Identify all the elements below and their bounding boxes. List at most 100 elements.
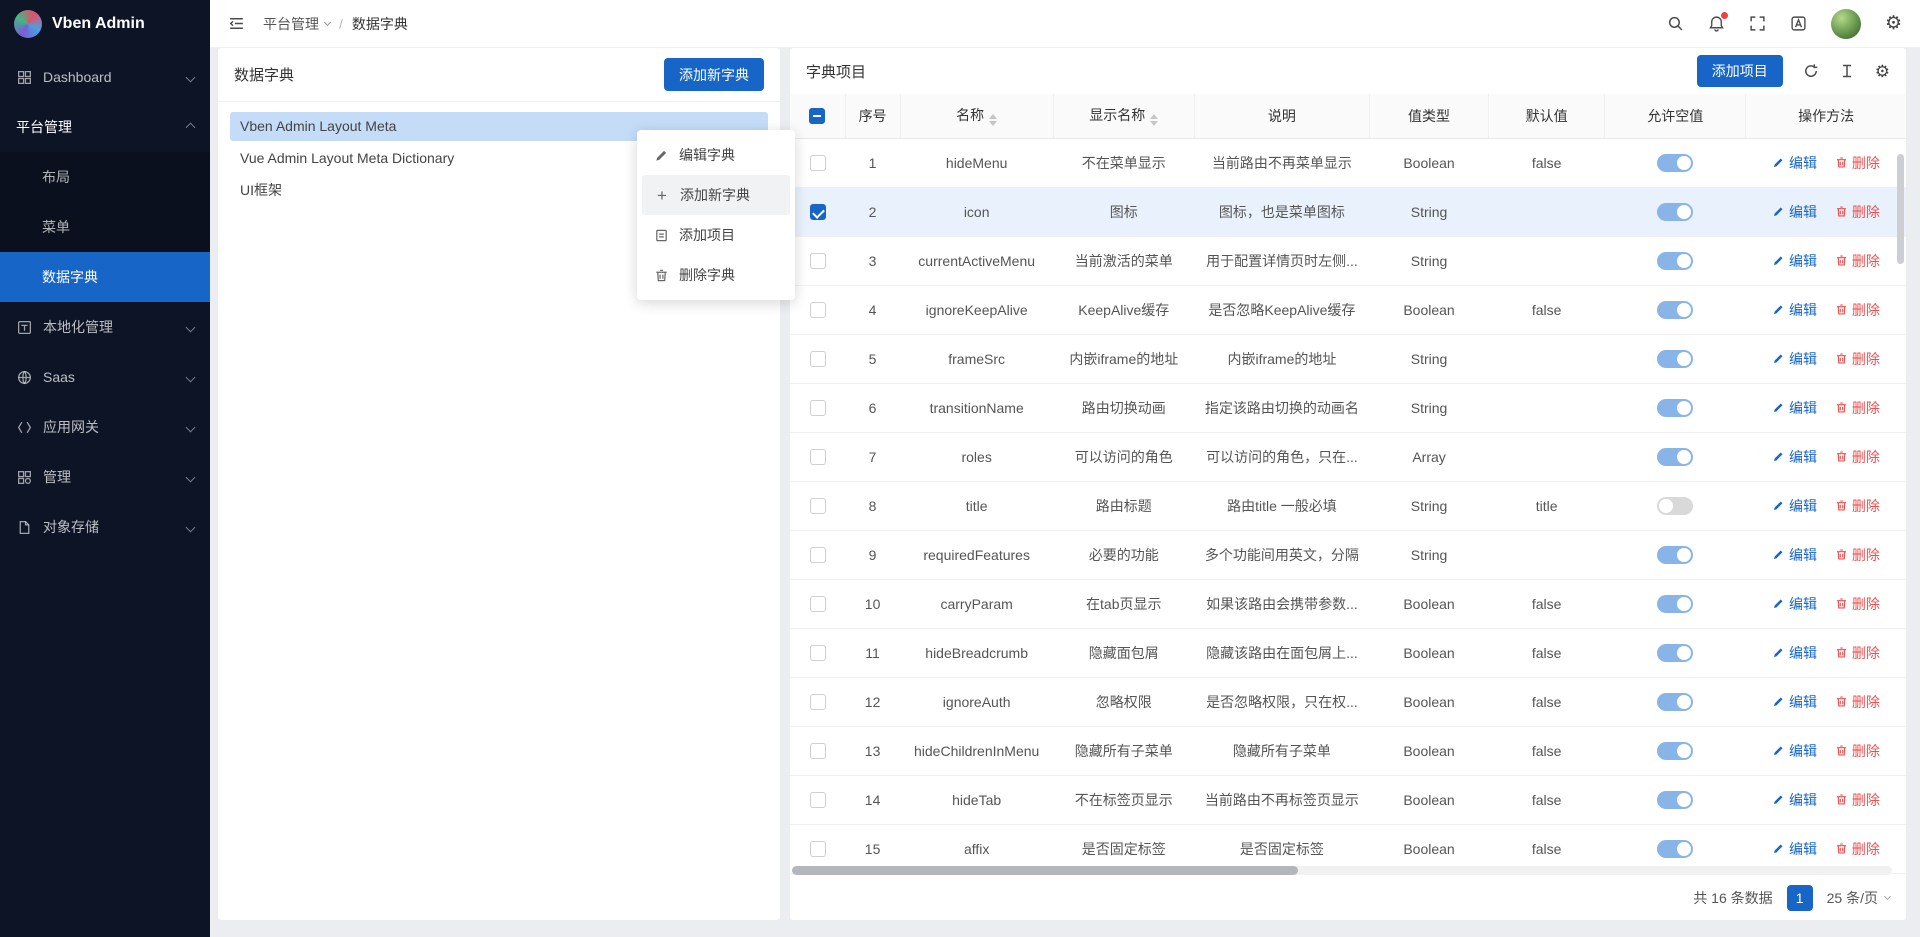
delete-link[interactable]: 删除	[1835, 447, 1880, 467]
table-row[interactable]: 2 icon 图标 图标，也是菜单图标 String 编辑 删除	[790, 187, 1906, 236]
sidebar-item-localization[interactable]: 本地化管理	[0, 302, 210, 352]
row-checkbox[interactable]	[810, 792, 826, 808]
page-size-select[interactable]: 25 条/页	[1827, 888, 1890, 908]
table-row[interactable]: 9 requiredFeatures 必要的功能 多个功能间用英文，分隔 Str…	[790, 530, 1906, 579]
nullable-toggle[interactable]	[1657, 203, 1693, 221]
delete-link[interactable]: 删除	[1835, 545, 1880, 565]
delete-link[interactable]: 删除	[1835, 251, 1880, 271]
nullable-toggle[interactable]	[1657, 644, 1693, 662]
column-header-name[interactable]: 名称	[900, 94, 1053, 138]
context-menu-add-dictionary[interactable]: + 添加新字典	[642, 175, 790, 215]
app-logo[interactable]: Vben Admin	[0, 0, 210, 48]
delete-link[interactable]: 删除	[1835, 153, 1880, 173]
table-row[interactable]: 7 roles 可以访问的角色 可以访问的角色，只在... Array 编辑 删…	[790, 432, 1906, 481]
delete-link[interactable]: 删除	[1835, 643, 1880, 663]
edit-link[interactable]: 编辑	[1772, 251, 1817, 271]
nullable-toggle[interactable]	[1657, 350, 1693, 368]
row-checkbox[interactable]	[810, 645, 826, 661]
nullable-toggle[interactable]	[1657, 497, 1693, 515]
settings-gear-icon[interactable]: ⚙	[1885, 14, 1902, 33]
delete-link[interactable]: 删除	[1835, 741, 1880, 761]
edit-link[interactable]: 编辑	[1772, 790, 1817, 810]
sort-icons[interactable]	[989, 114, 997, 126]
delete-link[interactable]: 删除	[1835, 496, 1880, 516]
edit-link[interactable]: 编辑	[1772, 545, 1817, 565]
search-icon[interactable]	[1667, 15, 1684, 32]
pagination-page-1[interactable]: 1	[1787, 885, 1813, 911]
table-row[interactable]: 1 hideMenu 不在菜单显示 当前路由不再菜单显示 Boolean fal…	[790, 138, 1906, 187]
sidebar-item-storage[interactable]: 对象存储	[0, 502, 210, 552]
row-checkbox[interactable]	[810, 694, 826, 710]
delete-link[interactable]: 删除	[1835, 398, 1880, 418]
horizontal-scrollbar-track[interactable]	[792, 866, 1892, 875]
sidebar-subitem-layout[interactable]: 布局	[0, 152, 210, 202]
edit-link[interactable]: 编辑	[1772, 300, 1817, 320]
horizontal-scrollbar-thumb[interactable]	[792, 866, 1298, 875]
user-avatar[interactable]	[1831, 9, 1861, 39]
delete-link[interactable]: 删除	[1835, 349, 1880, 369]
sort-icons[interactable]	[1150, 114, 1158, 126]
table-row[interactable]: 8 title 路由标题 路由title 一般必填 String title 编…	[790, 481, 1906, 530]
context-menu-add-item[interactable]: 添加项目	[642, 215, 790, 255]
nullable-toggle[interactable]	[1657, 448, 1693, 466]
nullable-toggle[interactable]	[1657, 546, 1693, 564]
edit-link[interactable]: 编辑	[1772, 447, 1817, 467]
edit-link[interactable]: 编辑	[1772, 349, 1817, 369]
notification-bell-icon[interactable]	[1708, 15, 1725, 32]
sidebar-item-manage[interactable]: 管理	[0, 452, 210, 502]
edit-link[interactable]: 编辑	[1772, 839, 1817, 859]
vertical-scrollbar[interactable]	[1897, 154, 1904, 264]
table-row[interactable]: 11 hideBreadcrumb 隐藏面包屑 隐藏该路由在面包屑上... Bo…	[790, 628, 1906, 677]
delete-link[interactable]: 删除	[1835, 202, 1880, 222]
sidebar-subitem-dictionary[interactable]: 数据字典	[0, 252, 210, 302]
edit-link[interactable]: 编辑	[1772, 398, 1817, 418]
sidebar-item-dashboard[interactable]: Dashboard	[0, 52, 210, 102]
nullable-toggle[interactable]	[1657, 693, 1693, 711]
row-checkbox[interactable]	[810, 253, 826, 269]
sidebar-subitem-menu[interactable]: 菜单	[0, 202, 210, 252]
nullable-toggle[interactable]	[1657, 791, 1693, 809]
edit-link[interactable]: 编辑	[1772, 643, 1817, 663]
column-header-display[interactable]: 显示名称	[1053, 94, 1194, 138]
refresh-icon[interactable]	[1803, 63, 1819, 79]
edit-link[interactable]: 编辑	[1772, 496, 1817, 516]
context-menu-delete-dictionary[interactable]: 删除字典	[642, 255, 790, 295]
edit-link[interactable]: 编辑	[1772, 594, 1817, 614]
translate-icon[interactable]	[1790, 15, 1807, 32]
breadcrumb-parent[interactable]: 平台管理	[263, 14, 330, 34]
table-row[interactable]: 6 transitionName 路由切换动画 指定该路由切换的动画名 Stri…	[790, 383, 1906, 432]
edit-link[interactable]: 编辑	[1772, 153, 1817, 173]
row-checkbox[interactable]	[810, 302, 826, 318]
table-row[interactable]: 14 hideTab 不在标签页显示 当前路由不再标签页显示 Boolean f…	[790, 775, 1906, 824]
table-row[interactable]: 12 ignoreAuth 忽略权限 是否忽略权限，只在权... Boolean…	[790, 677, 1906, 726]
row-checkbox[interactable]	[810, 596, 826, 612]
row-checkbox[interactable]	[810, 449, 826, 465]
select-all-checkbox[interactable]	[809, 108, 825, 124]
nullable-toggle[interactable]	[1657, 154, 1693, 172]
table-row[interactable]: 10 carryParam 在tab页显示 如果该路由会携带参数... Bool…	[790, 579, 1906, 628]
nullable-toggle[interactable]	[1657, 742, 1693, 760]
row-checkbox[interactable]	[810, 351, 826, 367]
delete-link[interactable]: 删除	[1835, 839, 1880, 859]
add-dictionary-button[interactable]: 添加新字典	[664, 58, 764, 91]
sidebar-item-saas[interactable]: Saas	[0, 352, 210, 402]
row-checkbox[interactable]	[810, 155, 826, 171]
row-checkbox[interactable]	[810, 547, 826, 563]
delete-link[interactable]: 删除	[1835, 790, 1880, 810]
nullable-toggle[interactable]	[1657, 252, 1693, 270]
delete-link[interactable]: 删除	[1835, 594, 1880, 614]
sidebar-collapse-icon[interactable]	[228, 15, 245, 32]
row-checkbox[interactable]	[810, 400, 826, 416]
table-row[interactable]: 13 hideChildrenInMenu 隐藏所有子菜单 隐藏所有子菜单 Bo…	[790, 726, 1906, 775]
delete-link[interactable]: 删除	[1835, 692, 1880, 712]
row-checkbox[interactable]	[810, 841, 826, 857]
row-checkbox[interactable]	[810, 204, 826, 220]
edit-link[interactable]: 编辑	[1772, 692, 1817, 712]
context-menu-edit-dictionary[interactable]: 编辑字典	[642, 135, 790, 175]
row-checkbox[interactable]	[810, 498, 826, 514]
fullscreen-icon[interactable]	[1749, 15, 1766, 32]
table-row[interactable]: 5 frameSrc 内嵌iframe的地址 内嵌iframe的地址 Strin…	[790, 334, 1906, 383]
sidebar-item-gateway[interactable]: 应用网关	[0, 402, 210, 452]
row-checkbox[interactable]	[810, 743, 826, 759]
delete-link[interactable]: 删除	[1835, 300, 1880, 320]
